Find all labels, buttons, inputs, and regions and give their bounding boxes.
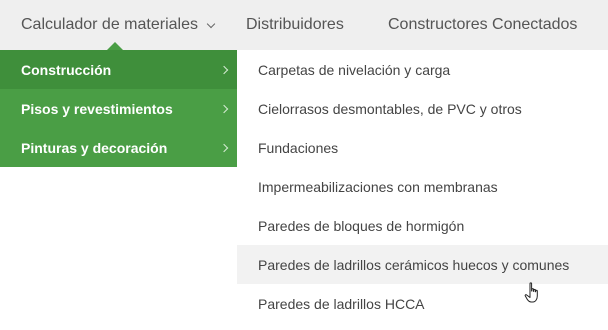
- hand-pointer-icon: [524, 282, 538, 303]
- construccion-submenu: Carpetas de nivelación y carga Cielorras…: [237, 50, 608, 323]
- nav-distribuidores[interactable]: Distribuidores: [246, 0, 344, 50]
- category-item-pisos-y-revestimientos[interactable]: Pisos y revestimientos: [0, 89, 237, 128]
- submenu-item-impermeabilizaciones[interactable]: Impermeabilizaciones con membranas: [237, 167, 608, 206]
- submenu-item-fundaciones[interactable]: Fundaciones: [237, 128, 608, 167]
- nav-constructores-conectados[interactable]: Constructores Conectados: [388, 0, 577, 50]
- chevron-right-icon: [219, 65, 229, 74]
- chevron-right-icon: [219, 143, 229, 152]
- submenu-item-paredes-bloques-hormigon[interactable]: Paredes de bloques de hormigón: [237, 206, 608, 245]
- chevron-right-icon: [219, 104, 229, 113]
- category-item-label: Pinturas y decoración: [21, 139, 168, 156]
- category-item-construccion[interactable]: Construcción: [0, 50, 237, 89]
- submenu-item-cielorrasos[interactable]: Cielorrasos desmontables, de PVC y otros: [237, 89, 608, 128]
- category-item-pinturas-y-decoracion[interactable]: Pinturas y decoración: [0, 128, 237, 167]
- nav-distribuidores-label: Distribuidores: [246, 16, 344, 33]
- submenu-item-carpetas[interactable]: Carpetas de nivelación y carga: [237, 50, 608, 89]
- nav-constructores-label: Constructores Conectados: [388, 16, 578, 33]
- submenu-item-paredes-ladrillos-ceramicos[interactable]: Paredes de ladrillos cerámicos huecos y …: [237, 245, 608, 284]
- category-item-label: Pisos y revestimientos: [21, 100, 173, 117]
- category-menu: Construcción Pisos y revestimientos Pint…: [0, 50, 237, 167]
- chevron-down-icon: [206, 19, 216, 28]
- category-item-label: Construcción: [21, 61, 112, 78]
- submenu-item-paredes-ladrillos-hcca[interactable]: Paredes de ladrillos HCCA: [237, 284, 608, 323]
- top-navigation-bar: Calculador de materiales Distribuidores …: [0, 0, 608, 50]
- dropdown-caret-icon: [107, 42, 123, 50]
- nav-calculador-label: Calculador de materiales: [21, 16, 198, 33]
